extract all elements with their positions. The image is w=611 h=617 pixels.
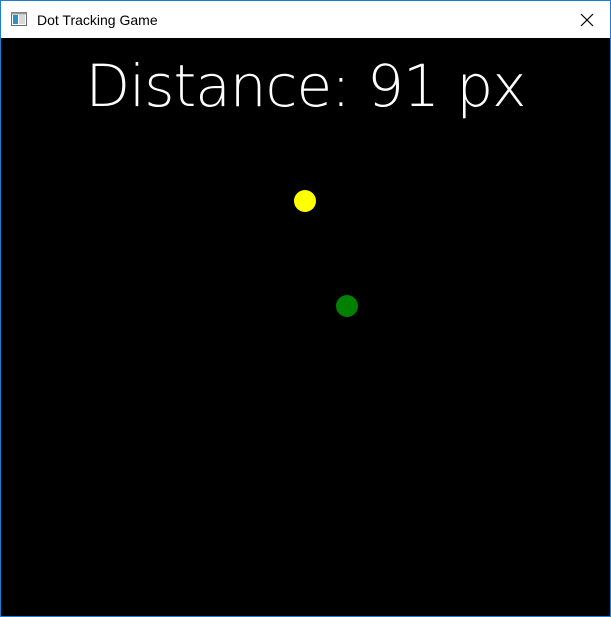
- app-window: Dot Tracking Game Distance: 91 px: [0, 0, 611, 617]
- target-dot: [294, 190, 316, 212]
- close-icon: [580, 13, 594, 26]
- close-button[interactable]: [564, 1, 610, 38]
- window-title: Dot Tracking Game: [37, 12, 158, 28]
- window-app-icon: [11, 12, 27, 26]
- game-canvas[interactable]: Distance: 91 px: [1, 38, 610, 616]
- title-bar[interactable]: Dot Tracking Game: [1, 1, 610, 38]
- player-dot[interactable]: [336, 295, 358, 317]
- distance-readout: Distance: 91 px: [85, 52, 527, 120]
